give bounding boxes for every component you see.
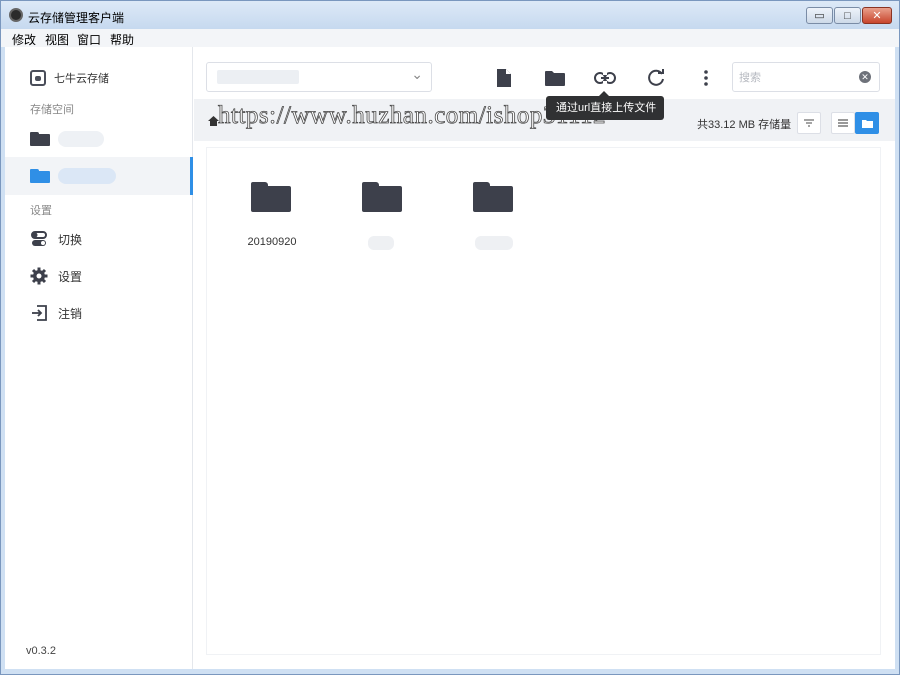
bucket-name-redacted bbox=[58, 168, 116, 184]
new-file-icon bbox=[497, 69, 511, 87]
sidebar-item-bucket-1[interactable] bbox=[5, 120, 193, 158]
folder-icon bbox=[251, 182, 291, 212]
menu-window[interactable]: 窗口 bbox=[77, 31, 101, 48]
bucket-name-redacted bbox=[58, 131, 104, 147]
app-window: 云存储管理客户端 ▭ □ ✕ 修改 视图 窗口 帮助 七牛云存储 存储空间 设置… bbox=[0, 0, 900, 675]
folder-item[interactable] bbox=[338, 178, 428, 258]
folder-icon bbox=[362, 182, 402, 212]
folder-item[interactable] bbox=[449, 178, 539, 258]
folder-name-redacted bbox=[368, 236, 394, 250]
sidebar-item-logout[interactable]: 注销 bbox=[5, 294, 193, 332]
close-button[interactable]: ✕ bbox=[862, 7, 892, 24]
window-title: 云存储管理客户端 bbox=[28, 11, 125, 25]
folder-view-icon bbox=[861, 119, 873, 128]
bucket-select-value-redacted bbox=[217, 70, 299, 84]
filter-icon bbox=[804, 119, 814, 127]
sidebar: 七牛云存储 存储空间 设置 切换 设置 注销 v0.3.2 bbox=[5, 47, 193, 669]
sidebar-item-bucket-2[interactable] bbox=[5, 157, 193, 195]
link-icon bbox=[594, 72, 616, 84]
refresh-icon bbox=[648, 69, 664, 86]
folder-name-redacted bbox=[475, 236, 513, 250]
logout-icon bbox=[32, 305, 47, 321]
new-file-button[interactable] bbox=[492, 66, 516, 90]
search-input[interactable] bbox=[739, 69, 849, 86]
menu-bar: 修改 视图 窗口 帮助 bbox=[1, 29, 899, 47]
app-logo-icon bbox=[9, 8, 23, 22]
folder-name: 20190920 bbox=[247, 236, 297, 248]
minimize-button[interactable]: ▭ bbox=[806, 7, 833, 24]
storage-section-label: 存储空间 bbox=[30, 104, 74, 116]
menu-view[interactable]: 视图 bbox=[45, 31, 69, 48]
list-view-button[interactable] bbox=[831, 112, 855, 134]
maximize-button[interactable]: □ bbox=[834, 7, 861, 24]
grid-view-button[interactable] bbox=[855, 112, 879, 134]
new-folder-button[interactable] bbox=[543, 66, 567, 90]
main-panel: ⌄ 搜索 ✕ https://www.huzhan.com/ishop31112… bbox=[194, 47, 895, 669]
menu-edit[interactable]: 修改 bbox=[12, 31, 36, 48]
url-upload-button[interactable] bbox=[593, 66, 617, 90]
new-folder-icon bbox=[545, 70, 565, 86]
folder-icon bbox=[30, 132, 50, 146]
file-grid: 20190920 bbox=[206, 147, 881, 655]
folder-icon bbox=[473, 182, 513, 212]
sort-button[interactable] bbox=[797, 112, 821, 134]
toggle-icon bbox=[31, 231, 47, 246]
app-version: v0.3.2 bbox=[26, 645, 56, 657]
more-icon bbox=[704, 70, 708, 86]
client-area: 七牛云存储 存储空间 设置 切换 设置 注销 v0.3.2 ⌄ 搜索 ✕ htt… bbox=[5, 47, 895, 669]
url-upload-tooltip: 通过url直接上传文件 bbox=[546, 91, 664, 120]
sidebar-item-settings[interactable]: 设置 bbox=[5, 257, 193, 295]
brand[interactable]: 七牛云存储 bbox=[30, 70, 109, 86]
gear-icon bbox=[30, 267, 48, 285]
refresh-button[interactable] bbox=[644, 66, 668, 90]
bucket-select[interactable]: ⌄ bbox=[206, 62, 432, 92]
menu-help[interactable]: 帮助 bbox=[110, 31, 134, 48]
settings-section-label: 设置 bbox=[30, 205, 52, 217]
sidebar-item-label: 切换 bbox=[58, 232, 83, 247]
search-box[interactable]: ✕ bbox=[732, 62, 880, 92]
folder-item[interactable]: 20190920 bbox=[227, 178, 317, 258]
brand-label: 七牛云存储 bbox=[54, 73, 109, 85]
sidebar-item-switch[interactable]: 切换 bbox=[5, 220, 193, 258]
list-icon bbox=[838, 119, 848, 127]
folder-icon bbox=[30, 169, 50, 183]
title-bar[interactable]: 云存储管理客户端 ▭ □ ✕ bbox=[1, 1, 899, 29]
chevron-down-icon: ⌄ bbox=[411, 66, 423, 82]
sidebar-item-label: 注销 bbox=[58, 306, 83, 321]
qiniu-logo-icon bbox=[30, 70, 46, 86]
clear-search-icon[interactable]: ✕ bbox=[859, 71, 871, 83]
storage-usage: 共33.12 MB 存储量 bbox=[697, 119, 792, 131]
sidebar-item-label: 设置 bbox=[58, 269, 83, 284]
more-button[interactable] bbox=[694, 66, 718, 90]
